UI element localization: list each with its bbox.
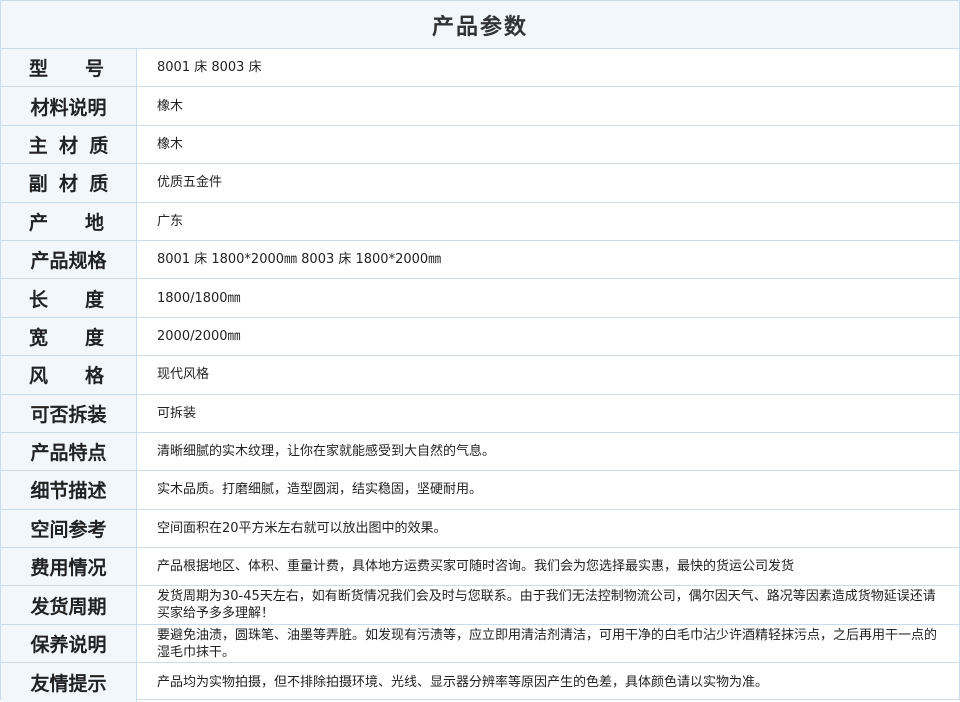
spec-row-material-desc: 材料说明 橡木 <box>1 87 959 126</box>
spec-label: 友情提示 <box>1 663 137 702</box>
spec-label-char: 度 <box>84 288 104 311</box>
spec-row-shipping: 发货周期 发货周期为30-45天左右，如有断货情况我们会及时与您联系。由于我们无… <box>1 586 959 625</box>
spec-value: 1800/1800㎜ <box>157 290 241 306</box>
spec-label-char: 产 <box>29 211 49 234</box>
spec-label: 细节描述 <box>1 471 137 509</box>
spec-label-split: 型号 <box>1 49 137 87</box>
spec-value: 可拆装 <box>157 405 197 421</box>
spec-row-length: 长度 1800/1800㎜ <box>1 279 959 318</box>
spec-row-notice: 友情提示 产品均为实物拍摄，但不排除拍摄环境、光线、显示器分辨率等原因产生的色差… <box>1 663 959 702</box>
spec-value: 产品均为实物拍摄，但不排除拍摄环境、光线、显示器分辨率等原因产生的色差，具体颜色… <box>157 674 769 690</box>
spec-label-split: 产地 <box>1 202 137 240</box>
table-title: 产品参数 <box>1 1 959 49</box>
spec-label: 费用情况 <box>1 548 137 586</box>
spec-label-char: 型 <box>29 58 49 81</box>
spec-label-split: 长度 <box>1 279 137 317</box>
spec-label-char: 地 <box>84 211 104 234</box>
spec-label: 产品规格 <box>1 240 137 279</box>
spec-value: 空间面积在20平方米左右就可以放出图中的效果。 <box>157 520 447 536</box>
spec-label-char: 长 <box>29 288 49 311</box>
spec-label-char: 宽 <box>29 326 49 349</box>
spec-label: 产品特点 <box>1 432 137 471</box>
spec-row-maintenance: 保养说明 要避免油渍，圆珠笔、油墨等弄脏。如发现有污渍等，应立即用清洁剂清洁，可… <box>1 624 959 664</box>
spec-label: 副材质 <box>1 164 137 202</box>
spec-row-cost: 费用情况 产品根据地区、体积、重量计费，具体地方运费买家可随时咨询。我们会为您选… <box>1 548 959 587</box>
spec-value: 橡木 <box>157 136 184 152</box>
spec-row-space: 空间参考 空间面积在20平方米左右就可以放出图中的效果。 <box>1 509 959 549</box>
spec-label: 发货周期 <box>1 586 137 624</box>
spec-row-origin: 产地 广东 <box>1 202 959 241</box>
spec-label: 主材质 <box>1 125 137 164</box>
spec-row-secondary-material: 副材质 优质五金件 <box>1 164 959 203</box>
spec-value: 清晰细腻的实木纹理，让你在家就能感受到大自然的气息。 <box>157 444 496 460</box>
spec-label-char: 号 <box>84 58 104 81</box>
spec-value: 8001 床 1800*2000㎜ 8003 床 1800*2000㎜ <box>157 252 442 268</box>
spec-row-specification: 产品规格 8001 床 1800*2000㎜ 8003 床 1800*2000㎜ <box>1 240 959 280</box>
spec-label-char: 度 <box>84 326 104 349</box>
product-spec-table: 产品参数 型号 8001 床 8003 床 材料说明 橡木 主材质 橡木 副材质… <box>0 0 960 702</box>
spec-value: 现代风格 <box>157 367 210 383</box>
spec-value: 产品根据地区、体积、重量计费，具体地方运费买家可随时咨询。我们会为您选择最实惠，… <box>157 559 795 575</box>
spec-value: 实木品质。打磨细腻，造型圆润，结实稳固，坚硬耐用。 <box>157 482 483 498</box>
spec-label-split: 风格 <box>1 356 137 394</box>
spec-label-char: 格 <box>84 365 104 388</box>
spec-value: 8001 床 8003 床 <box>157 60 262 76</box>
spec-value: 要避免油渍，圆珠笔、油墨等弄脏。如发现有污渍等，应立即用清洁剂清洁，可用干净的白… <box>157 627 938 660</box>
spec-value: 发货周期为30-45天左右，如有断货情况我们会及时与您联系。由于我们无法控制物流… <box>157 589 936 622</box>
spec-row-width: 宽度 2000/2000㎜ <box>1 317 959 357</box>
spec-value: 优质五金件 <box>157 175 223 191</box>
spec-row-features: 产品特点 清晰细腻的实木纹理，让你在家就能感受到大自然的气息。 <box>1 432 959 472</box>
spec-row-details: 细节描述 实木品质。打磨细腻，造型圆润，结实稳固，坚硬耐用。 <box>1 471 959 510</box>
spec-row-main-material: 主材质 橡木 <box>1 125 959 165</box>
spec-label: 可否拆装 <box>1 394 137 432</box>
spec-value: 2000/2000㎜ <box>157 328 241 344</box>
spec-label-split: 宽度 <box>1 317 137 356</box>
spec-label: 空间参考 <box>1 509 137 548</box>
spec-value: 广东 <box>157 213 184 229</box>
spec-value: 橡木 <box>157 98 184 114</box>
spec-label: 保养说明 <box>1 624 137 663</box>
spec-label-char: 风 <box>29 365 49 388</box>
spec-row-model: 型号 8001 床 8003 床 <box>1 49 959 88</box>
spec-row-detachable: 可否拆装 可拆装 <box>1 394 959 433</box>
spec-label: 材料说明 <box>1 87 137 125</box>
spec-row-style: 风格 现代风格 <box>1 356 959 395</box>
